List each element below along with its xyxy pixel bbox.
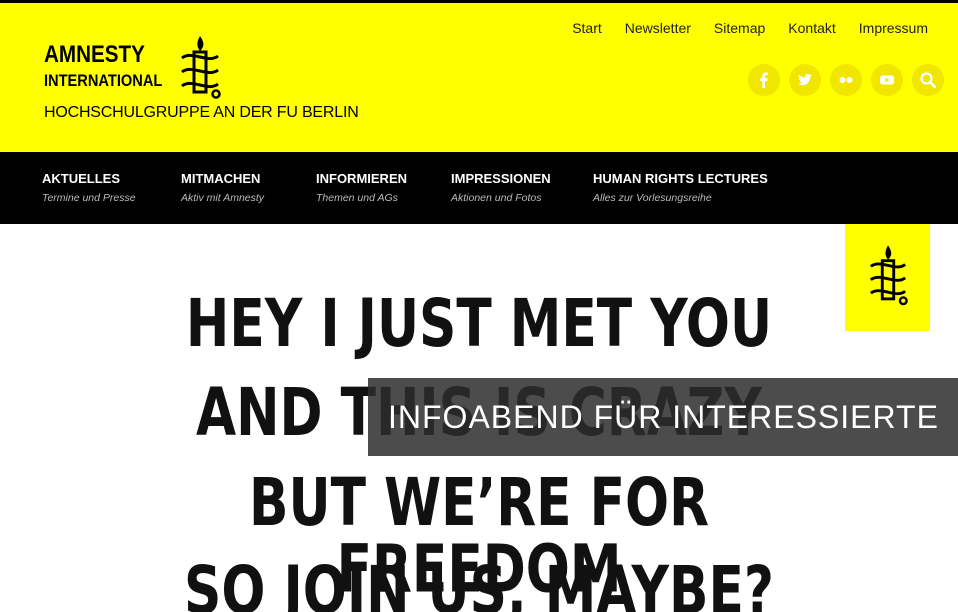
slide-caption-text: INFOABEND FÜR INTERESSIERTE [388, 399, 939, 435]
nav-link-newsletter[interactable]: Newsletter [625, 20, 691, 36]
slogan-line-4: SO JOIN US, MAYBE? [184, 551, 774, 612]
menu-label: AKTUELLES [42, 171, 120, 186]
menu-item-mitmachen[interactable]: MITMACHEN Aktiv mit Amnesty [181, 171, 264, 204]
nav-link-kontakt[interactable]: Kontakt [788, 20, 835, 36]
site-subtitle: HOCHSCHULGRUPPE AN DER FU BERLIN [44, 104, 359, 121]
twitter-icon[interactable] [789, 64, 821, 96]
menu-label: MITMACHEN [181, 171, 261, 186]
menu-item-impressionen[interactable]: IMPRESSIONEN Aktionen und Fotos [451, 171, 551, 204]
menu-sublabel: Themen und AGs [316, 192, 398, 204]
logo-name-line2: INTERNATIONAL [44, 71, 163, 90]
facebook-icon[interactable] [748, 64, 780, 96]
menu-sublabel: Termine und Presse [42, 192, 136, 204]
menu-label: HUMAN RIGHTS LECTURES [593, 171, 768, 186]
menu-sublabel: Aktionen und Fotos [451, 192, 542, 204]
top-navigation: Start Newsletter Sitemap Kontakt Impress… [549, 20, 928, 36]
nav-link-impressum[interactable]: Impressum [859, 20, 928, 36]
site-header: AMNESTY INTERNATIONAL HOCHSCHULGRUPPE AN… [0, 3, 958, 152]
menu-item-aktuelles[interactable]: AKTUELLES Termine und Presse [42, 171, 136, 204]
youtube-icon[interactable] [871, 64, 903, 96]
menu-label: IMPRESSIONEN [451, 171, 551, 186]
slide-caption[interactable]: INFOABEND FÜR INTERESSIERTE [368, 378, 958, 456]
slogan-line-1: HEY I JUST MET YOU [185, 284, 773, 362]
candle-logo-icon [181, 36, 221, 99]
search-icon[interactable] [912, 64, 944, 96]
social-links [739, 64, 944, 96]
nav-link-start[interactable]: Start [572, 20, 602, 36]
amnesty-badge [845, 224, 930, 331]
logo-name-line1: AMNESTY [44, 41, 145, 68]
main-navigation: AKTUELLES Termine und Presse MITMACHEN A… [0, 152, 958, 224]
menu-sublabel: Alles zur Vorlesungsreihe [593, 192, 712, 204]
menu-item-human-rights-lectures[interactable]: HUMAN RIGHTS LECTURES Alles zur Vorlesun… [593, 171, 768, 204]
nav-link-sitemap[interactable]: Sitemap [714, 20, 765, 36]
menu-item-informieren[interactable]: INFORMIEREN Themen und AGs [316, 171, 407, 204]
site-logo[interactable]: AMNESTY INTERNATIONAL [44, 41, 163, 90]
menu-sublabel: Aktiv mit Amnesty [181, 192, 265, 204]
flickr-icon[interactable] [830, 64, 862, 96]
menu-label: INFORMIEREN [316, 171, 407, 186]
candle-badge-icon [869, 245, 908, 306]
